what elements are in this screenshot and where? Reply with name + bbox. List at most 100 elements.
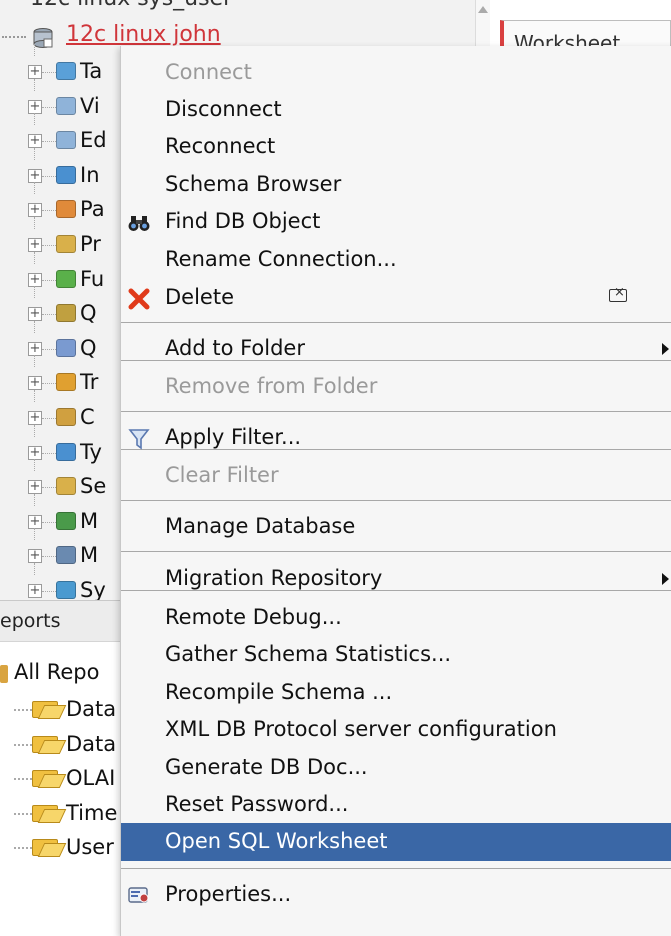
tree-connector [34, 493, 35, 506]
menu-separator [121, 868, 671, 869]
menu-separator [121, 551, 671, 552]
menu-item-disconnect[interactable]: Disconnect [121, 91, 671, 129]
menu-item-label: Remove from Folder [165, 374, 378, 398]
reports-folder-label: Data [66, 731, 117, 756]
submenu-arrow-icon [662, 343, 669, 355]
menu-item-reset-password[interactable]: Reset Password... [121, 786, 671, 824]
object-folder-icon [56, 200, 76, 219]
tree-connector [34, 528, 35, 541]
tree-node-label: Ty [80, 439, 102, 464]
menu-item-recompile-schema[interactable]: Recompile Schema ... [121, 674, 671, 712]
tree-node-label: In [80, 162, 100, 187]
reports-folder-label: Time [66, 800, 118, 825]
menu-item-label: Apply Filter... [165, 425, 302, 449]
expand-toggle-icon[interactable]: + [28, 272, 42, 287]
menu-item-gather-schema-statistics[interactable]: Gather Schema Statistics... [121, 636, 671, 674]
menu-item-remote-debug[interactable]: Remote Debug... [121, 599, 671, 637]
menu-item-remove-from-folder[interactable]: Remove from Folder [121, 368, 671, 406]
menu-item-open-sql-worksheet[interactable]: Open SQL Worksheet [121, 823, 671, 861]
object-folder-icon [56, 304, 76, 323]
menu-item-xml-db-protocol-server-configuration[interactable]: XML DB Protocol server configuration [121, 711, 671, 749]
menu-item-manage-database[interactable]: Manage Database [121, 508, 671, 546]
tree-connector [34, 563, 35, 575]
tree-connector [42, 210, 56, 212]
expand-toggle-icon[interactable]: + [28, 341, 42, 356]
expand-toggle-icon[interactable]: + [28, 134, 42, 149]
expand-toggle-icon[interactable]: + [28, 307, 42, 322]
tree-connector [34, 44, 35, 56]
object-folder-icon [56, 442, 76, 461]
tree-connector [34, 459, 35, 472]
tree-connector [34, 320, 35, 333]
menu-item-apply-filter[interactable]: Apply Filter... [121, 419, 671, 457]
object-folder-icon [56, 131, 76, 150]
object-folder-icon [56, 62, 76, 80]
expand-toggle-icon[interactable]: + [28, 584, 42, 598]
reports-folder-label: User [66, 835, 114, 859]
menu-item-label: Schema Browser [165, 172, 342, 196]
menu-item-schema-browser[interactable]: Schema Browser [121, 166, 671, 204]
tree-connector [14, 743, 32, 746]
tree-node-label: M [80, 543, 99, 568]
expand-toggle-icon[interactable]: + [28, 168, 42, 183]
object-folder-icon [56, 235, 76, 253]
scroll-up-arrow-icon[interactable] [478, 6, 488, 13]
expand-toggle-icon[interactable]: + [28, 99, 42, 114]
expand-toggle-icon[interactable]: + [28, 238, 42, 252]
menu-item-label: Manage Database [165, 514, 356, 538]
object-folder-icon [56, 511, 76, 530]
tree-node-label: Ta [80, 59, 103, 83]
tree-connector [42, 383, 56, 385]
menu-item-add-to-folder[interactable]: Add to Folder [121, 330, 671, 368]
tree-connector [42, 452, 56, 454]
menu-item-migration-repository[interactable]: Migration Repository [121, 560, 671, 598]
object-folder-icon [56, 373, 76, 392]
menu-separator [121, 322, 671, 323]
tree-connector [42, 106, 56, 108]
tree-connector [34, 286, 35, 299]
expand-toggle-icon[interactable]: + [28, 549, 42, 564]
menu-item-label: Reconnect [165, 134, 276, 158]
expand-toggle-icon[interactable]: + [28, 65, 42, 79]
expand-toggle-icon[interactable]: + [28, 480, 42, 495]
menu-item-find-db-object[interactable]: Find DB Object [121, 203, 671, 241]
object-folder-icon [56, 96, 76, 115]
menu-item-label: Remote Debug... [165, 605, 342, 629]
tree-connector [34, 78, 35, 91]
tree-connector [34, 113, 35, 126]
expand-toggle-icon[interactable]: + [28, 411, 42, 425]
menu-item-label: Recompile Schema ... [165, 680, 393, 704]
menu-item-clear-filter[interactable]: Clear Filter [121, 457, 671, 495]
menu-item-delete[interactable]: Delete [121, 279, 671, 317]
tree-node-label: Se [80, 474, 107, 499]
menu-item-connect[interactable]: Connect [121, 54, 671, 92]
menu-item-label: Delete [165, 285, 234, 309]
tree-node-previous-connection[interactable]: 12c linux sys_user [30, 0, 232, 11]
menu-item-label: Find DB Object [165, 209, 321, 233]
expand-toggle-icon[interactable]: + [28, 203, 42, 218]
tree-connector [42, 245, 56, 246]
menu-separator [121, 500, 671, 501]
menu-item-generate-db-doc[interactable]: Generate DB Doc... [121, 749, 671, 787]
tree-connector [42, 314, 56, 316]
tree-node-label: Fu [80, 266, 105, 291]
menu-item-label: Disconnect [165, 97, 282, 121]
expand-toggle-icon[interactable]: + [28, 376, 42, 391]
menu-item-rename-connection[interactable]: Rename Connection... [121, 241, 671, 279]
reports-root-label: All Repo [14, 660, 100, 684]
tree-connector [14, 709, 32, 711]
tree-node-label: Tr [80, 370, 99, 395]
menu-item-label: Clear Filter [165, 463, 279, 487]
tree-connector [42, 175, 56, 177]
menu-item-reconnect[interactable]: Reconnect [121, 128, 671, 166]
database-connection-icon [33, 28, 53, 48]
reports-folder-label: Data [66, 697, 117, 721]
menu-item-label: Reset Password... [165, 792, 349, 816]
expand-toggle-icon[interactable]: + [28, 514, 42, 529]
expand-toggle-icon[interactable]: + [28, 445, 42, 460]
object-folder-icon [56, 546, 76, 565]
tree-connector [2, 36, 26, 38]
menu-item-properties[interactable]: Properties... [121, 876, 671, 914]
menu-item-label: XML DB Protocol server configuration [165, 717, 557, 741]
menu-item-label: Gather Schema Statistics... [165, 642, 452, 666]
